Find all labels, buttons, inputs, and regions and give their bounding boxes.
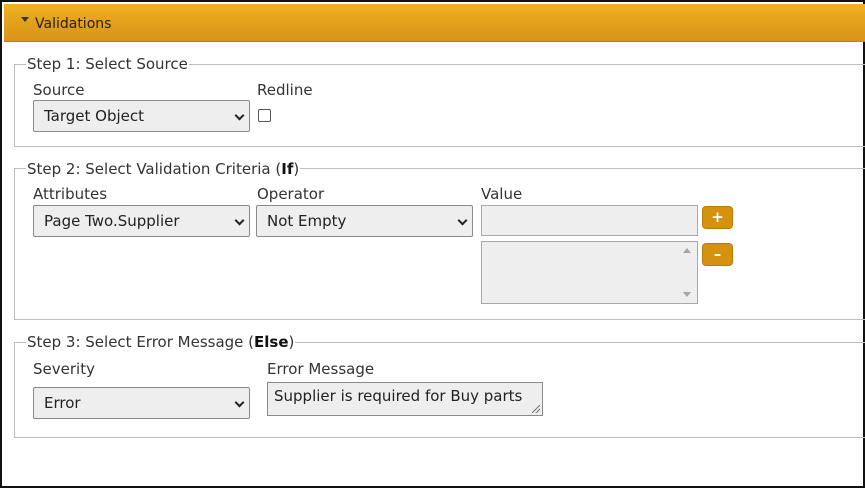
chevron-down-icon [234,110,245,121]
panel-header[interactable]: Validations [4,4,865,42]
validations-panel: Validations Step 1: Select Source Source… [0,0,865,488]
remove-value-button[interactable]: – [702,243,733,266]
chevron-down-icon [234,397,245,408]
attributes-label: Attributes [33,185,108,203]
severity-label: Severity [33,360,95,378]
operator-label: Operator [257,185,325,203]
step2-fieldset [14,168,865,320]
scroll-down-icon[interactable] [683,292,691,297]
scroll-up-icon[interactable] [683,248,691,253]
add-value-button[interactable]: + [702,206,733,229]
source-label: Source [33,81,85,99]
operator-select[interactable]: Not Empty [256,205,473,237]
error-message-label: Error Message [267,360,375,378]
redline-label: Redline [257,81,313,99]
chevron-down-icon [234,215,245,226]
step3-legend: Step 3: Select Error Message (Else) [26,333,296,351]
value-label: Value [481,185,523,203]
attributes-select[interactable]: Page Two.Supplier [33,205,250,237]
resize-grip-icon[interactable] [532,405,540,413]
chevron-down-icon [457,215,468,226]
error-message-textarea[interactable]: Supplier is required for Buy parts [267,382,543,416]
step2-legend: Step 2: Select Validation Criteria (If) [26,160,301,178]
step1-legend: Step 1: Select Source [26,55,189,73]
value-input[interactable] [481,205,698,236]
collapse-caret-icon[interactable] [21,17,29,22]
value-list[interactable] [481,241,698,304]
source-select[interactable]: Target Object [33,100,250,132]
severity-select[interactable]: Error [33,387,250,419]
redline-checkbox[interactable] [258,109,271,122]
panel-title: Validations [35,16,112,32]
